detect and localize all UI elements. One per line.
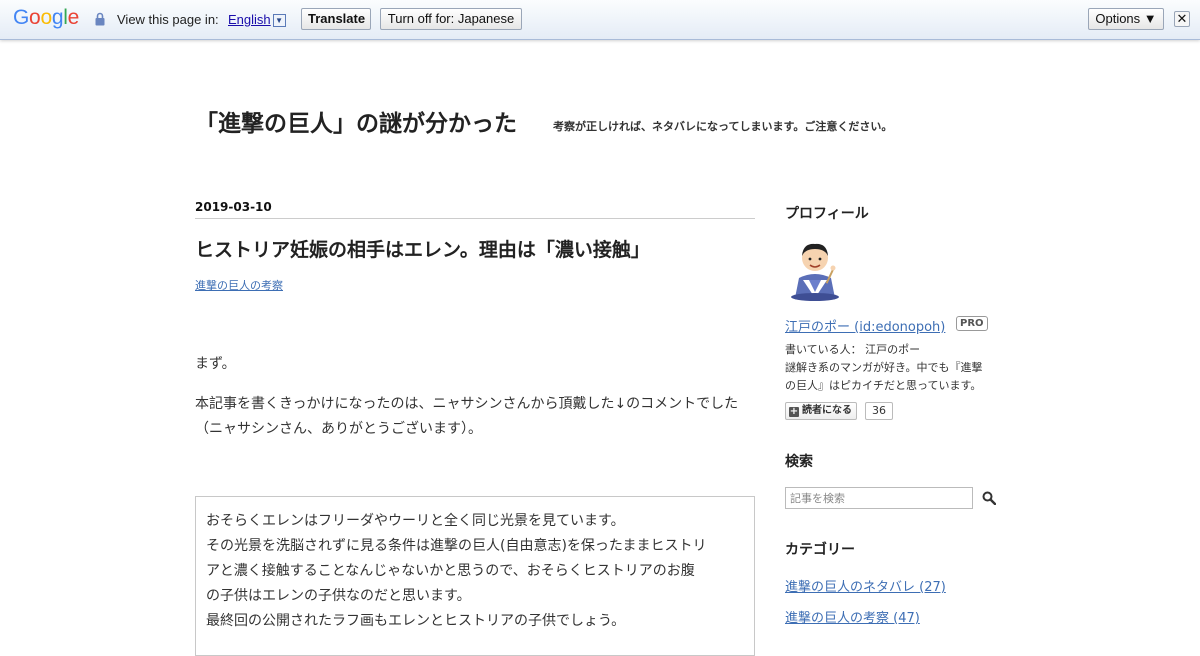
quote-line: 最終回の公開されたラフ画もエレンとヒストリアの子供でしょう。 bbox=[206, 613, 626, 629]
search-heading: 検索 bbox=[785, 454, 813, 470]
close-icon[interactable]: ✕ bbox=[1174, 11, 1190, 27]
quoted-comment: おそらくエレンはフリーダやウーリと全く同じ光景を見ています。 その光景を洗脳され… bbox=[195, 496, 755, 656]
entry-category-link[interactable]: 進撃の巨人の考察 bbox=[195, 277, 283, 293]
pro-badge: PRO bbox=[956, 316, 988, 331]
dropdown-arrow-icon: ▼ bbox=[272, 14, 286, 27]
search-icon[interactable] bbox=[982, 491, 996, 505]
category-heading: カテゴリー bbox=[785, 542, 855, 558]
paragraph-context: 本記事を書くきっかけになったのは、ニャサシンさんから頂戴した↓のコメントでした（… bbox=[195, 396, 739, 437]
profile-name-link[interactable]: 江戸のポー (id:edonopoh) bbox=[785, 316, 945, 335]
translate-bar: Google View this page in: English ▼ Trans… bbox=[0, 0, 1200, 40]
plus-icon: + bbox=[789, 406, 799, 417]
translate-button[interactable]: Translate bbox=[301, 8, 371, 30]
blog-description: 考察が正しければ、ネタバレになってしまいます。ご注意ください。 bbox=[553, 120, 893, 133]
quote-line: アと濃く接触することなんじゃないかと思うので、おそらくヒストリアのお腹 bbox=[206, 563, 695, 579]
entry-title[interactable]: ヒストリア妊娠の相手はエレン。理由は「濃い接触」 bbox=[195, 235, 755, 262]
profile-heading: プロフィール bbox=[785, 206, 869, 222]
lock-icon bbox=[95, 12, 105, 26]
category-link[interactable]: 進撃の巨人の考察 (47) bbox=[785, 607, 920, 626]
entry: 2019-03-10 ヒストリア妊娠の相手はエレン。理由は「濃い接触」 進撃の巨… bbox=[195, 200, 755, 656]
search-input[interactable] bbox=[785, 487, 973, 509]
language-select[interactable]: English ▼ bbox=[228, 12, 286, 27]
category-link[interactable]: 進撃の巨人のネタバレ (27) bbox=[785, 576, 946, 595]
entry-date[interactable]: 2019-03-10 bbox=[195, 200, 755, 219]
avatar[interactable] bbox=[785, 238, 845, 302]
view-page-label: View this page in: bbox=[117, 12, 219, 27]
subscribe-button[interactable]: + 読者になる bbox=[785, 402, 857, 420]
blog-title[interactable]: 「進撃の巨人」の謎が分かった bbox=[195, 104, 517, 138]
quote-line: その光景を洗脳されずに見る条件は進撃の巨人(自由意志)を保ったままヒストリ bbox=[206, 538, 707, 554]
quote-line: おそらくエレンはフリーダやウーリと全く同じ光景を見ています。 bbox=[206, 513, 625, 529]
profile-description: 書いている人： 江戸のポー 謎解き系のマンガが好き。中でも『進撃 の巨人』はピカ… bbox=[785, 343, 983, 392]
options-button[interactable]: Options ▼ bbox=[1088, 8, 1164, 30]
subscriber-count: 36 bbox=[865, 402, 893, 420]
turn-off-button[interactable]: Turn off for: Japanese bbox=[380, 8, 522, 30]
google-logo: Google bbox=[13, 6, 79, 29]
quote-line: の子供はエレンの子供なのだと思います。 bbox=[206, 588, 471, 604]
paragraph-intro: まず。 bbox=[195, 356, 236, 372]
